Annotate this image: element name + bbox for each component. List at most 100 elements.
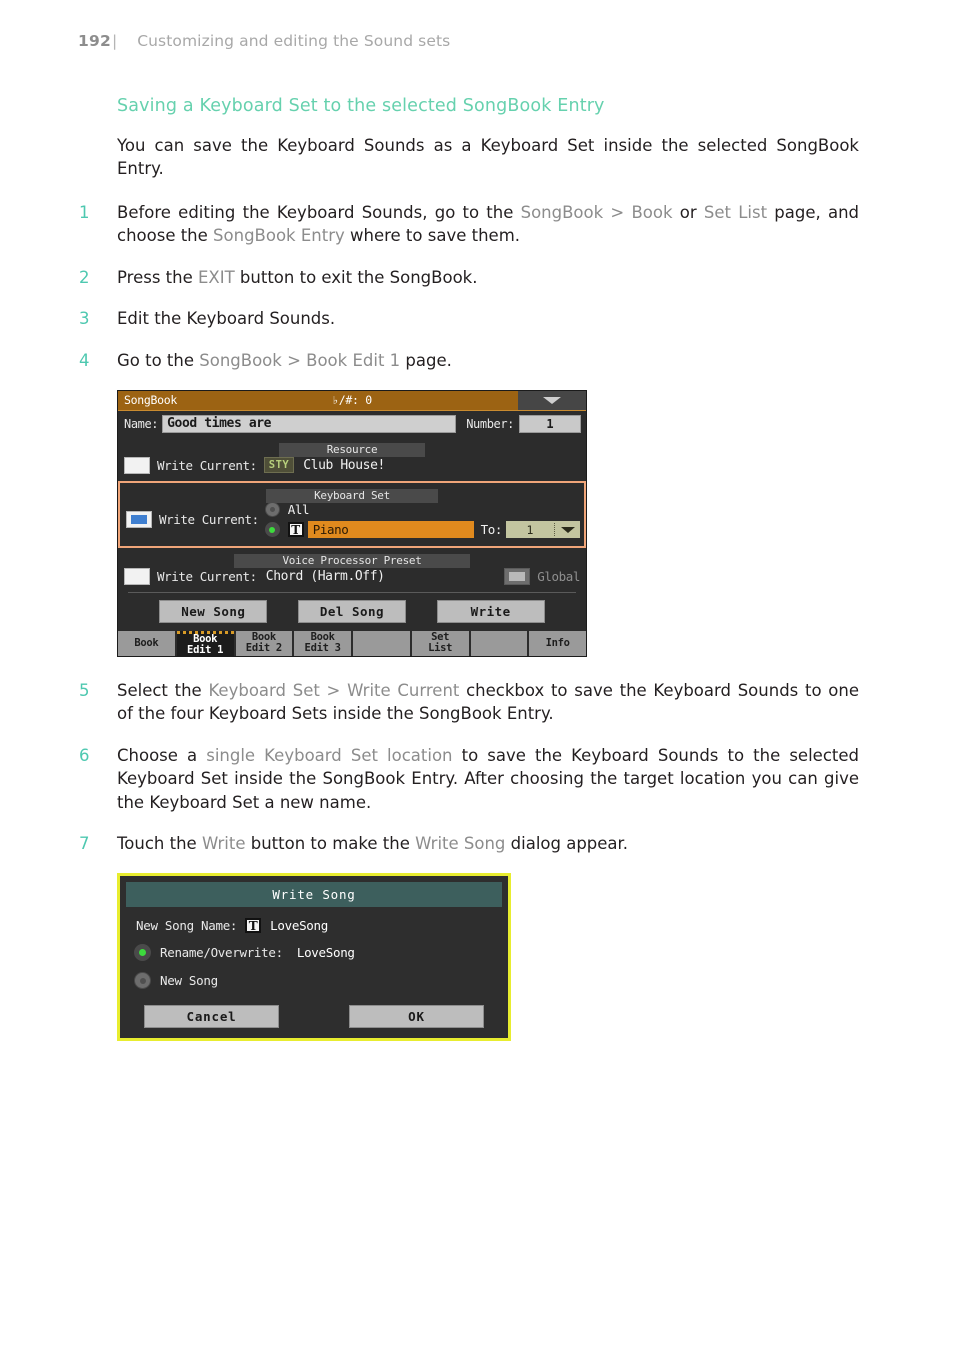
titlebar-app-name: SongBook xyxy=(124,393,177,408)
section-heading: Saving a Keyboard Set to the selected So… xyxy=(117,96,605,116)
step-text-run: button to make the xyxy=(245,834,416,854)
step-text: Select the Keyboard Set > Write Current … xyxy=(117,679,859,726)
rename-overwrite-row[interactable]: Rename/Overwrite: LoveSong xyxy=(126,933,502,962)
numbered-step: 3 Edit the Keyboard Sounds. xyxy=(79,307,859,330)
keyboard-set-single-radio[interactable] xyxy=(264,522,280,538)
keyboard-set-write-current-checkbox[interactable] xyxy=(126,511,152,529)
step-number: 6 xyxy=(79,745,90,765)
step-text-run: page. xyxy=(400,350,452,370)
new-song-label: New Song xyxy=(160,973,218,989)
chevron-down-icon xyxy=(543,396,561,404)
tab-label-line1: Info xyxy=(545,636,570,649)
step-text: Before editing the Keyboard Sounds, go t… xyxy=(117,201,859,248)
step-text-run: dialog appear. xyxy=(505,834,629,854)
keyboard-set-all-row[interactable]: All xyxy=(264,500,580,520)
ui-reference: SongBook Entry xyxy=(213,226,345,246)
titlebar-transpose-value: ♭/#: 0 xyxy=(332,393,372,408)
keyboard-set-single-row[interactable]: T Piano To: 1 xyxy=(264,520,580,540)
ui-reference: Keyboard Set > Write Current xyxy=(208,680,460,700)
tab-info[interactable]: Info xyxy=(529,630,586,656)
numbered-step: 6 Choose a single Keyboard Set location t… xyxy=(79,744,859,814)
step-text-run: or xyxy=(672,202,704,222)
new-song-name-label: New Song Name: xyxy=(136,918,238,934)
numbered-step: 1 Before editing the Keyboard Sounds, go … xyxy=(79,201,859,248)
step-text: Choose a single Keyboard Set location to… xyxy=(117,744,859,814)
chevron-down-icon xyxy=(561,526,575,533)
page-menu-button[interactable] xyxy=(518,390,586,410)
tab-empty-4[interactable] xyxy=(353,630,410,656)
tab-book-edit-2[interactable]: Book Edit 2 xyxy=(235,630,293,656)
write-song-dialog: Write Song New Song Name: T LoveSong Ren… xyxy=(117,873,511,1042)
keyboard-set-all-label: All xyxy=(287,502,310,518)
step-number: 5 xyxy=(79,680,90,700)
step-number: 1 xyxy=(79,202,90,222)
keyboard-set-all-radio[interactable] xyxy=(264,502,280,518)
del-song-button[interactable]: Del Song xyxy=(297,599,406,623)
keyboard-set-to-label: To: xyxy=(480,522,503,538)
tab-book-edit-1[interactable]: Book Edit 1 xyxy=(176,630,234,656)
style-type-badge: STY xyxy=(263,457,295,474)
write-button[interactable]: Write xyxy=(436,599,545,623)
step-text: Touch the Write button to make the Write… xyxy=(117,832,859,855)
voice-processor-write-current-label: Write Current: xyxy=(157,568,257,584)
resource-write-current-label: Write Current: xyxy=(157,457,257,473)
steps-group-one: 1 Before editing the Keyboard Sounds, go … xyxy=(79,201,859,372)
ui-reference: SongBook > Book Edit 1 xyxy=(199,350,401,370)
ok-button[interactable]: OK xyxy=(349,1005,484,1029)
step-text-run: Edit the Keyboard Sounds. xyxy=(117,309,336,329)
header-chapter-title: Customizing and editing the Sound sets xyxy=(137,32,451,50)
numbered-step: 7 Touch the Write button to make the Writ… xyxy=(79,832,859,855)
numbered-step: 2 Press the EXIT button to exit the SongB… xyxy=(79,266,859,289)
entry-name-row: Name: Good times are Number: 1 xyxy=(118,411,586,437)
songbook-titlebar: SongBook ♭/#: 0 xyxy=(118,390,586,411)
global-toggle-group[interactable]: Global xyxy=(504,567,580,585)
keyboard-set-to-value: 1 xyxy=(526,522,534,537)
resource-row: Write Current: STY Club House! xyxy=(118,452,586,481)
header-separator: | xyxy=(111,32,118,50)
keyboard-set-to-dropdown[interactable]: 1 xyxy=(506,521,580,539)
keyboard-set-section-header: Keyboard Set xyxy=(120,484,584,503)
text-edit-icon[interactable]: T xyxy=(245,918,262,934)
ui-reference: Write xyxy=(201,834,246,854)
step-text-run: Select the xyxy=(117,680,209,700)
new-song-name-value[interactable]: LoveSong xyxy=(270,918,328,933)
tab-label-line2: List xyxy=(428,642,453,655)
new-song-row[interactable]: New Song xyxy=(126,961,502,990)
rename-overwrite-radio[interactable] xyxy=(134,944,151,962)
global-label: Global xyxy=(537,568,580,584)
text-edit-icon[interactable]: T xyxy=(287,522,304,538)
dropdown-arrow-button[interactable] xyxy=(556,526,580,533)
ui-reference: EXIT xyxy=(198,267,235,287)
keyboard-set-body: Write Current: All T Piano To: 1 xyxy=(120,498,584,544)
tab-book[interactable]: Book xyxy=(118,630,175,656)
dialog-button-row: Cancel OK xyxy=(126,989,502,1029)
new-song-button[interactable]: New Song xyxy=(159,599,268,623)
songbook-action-buttons: New Song Del Song Write xyxy=(118,593,586,631)
resource-value: Club House! xyxy=(303,457,385,473)
entry-number-field[interactable]: 1 xyxy=(519,414,581,433)
tab-set-list[interactable]: Set List xyxy=(411,630,469,656)
cancel-button[interactable]: Cancel xyxy=(144,1005,279,1029)
ui-reference: Write Song xyxy=(415,834,506,854)
new-song-name-row: New Song Name: T LoveSong xyxy=(126,907,502,934)
songbook-book-edit-screenshot: SongBook ♭/#: 0 Name: Good times are Num… xyxy=(117,389,587,657)
voice-processor-write-current-checkbox[interactable] xyxy=(124,567,150,585)
tab-label-line2: Edit 2 xyxy=(245,642,282,655)
step-text-run: Press the xyxy=(117,267,198,287)
new-song-radio[interactable] xyxy=(134,972,151,990)
page-number: 192 xyxy=(78,32,111,50)
keyboard-set-name-field[interactable]: Piano xyxy=(307,521,474,539)
step-number: 2 xyxy=(79,267,90,287)
resource-write-current-checkbox[interactable] xyxy=(124,456,150,474)
step-text-run: Touch the xyxy=(117,834,202,854)
step-number: 4 xyxy=(79,350,90,370)
numbered-step: 5 Select the Keyboard Set > Write Current… xyxy=(79,679,859,726)
numbered-step: 4 Go to the SongBook > Book Edit 1 page. xyxy=(79,349,859,372)
tab-empty-6[interactable] xyxy=(470,630,528,656)
step-text-run: button to exit the SongBook. xyxy=(234,267,478,287)
step-text-run: Before editing the Keyboard Sounds, go t… xyxy=(117,202,521,222)
entry-name-field[interactable]: Good times are xyxy=(162,414,457,433)
step-text: Edit the Keyboard Sounds. xyxy=(117,307,859,330)
tab-book-edit-3[interactable]: Book Edit 3 xyxy=(294,630,351,656)
global-checkbox[interactable] xyxy=(504,567,531,585)
